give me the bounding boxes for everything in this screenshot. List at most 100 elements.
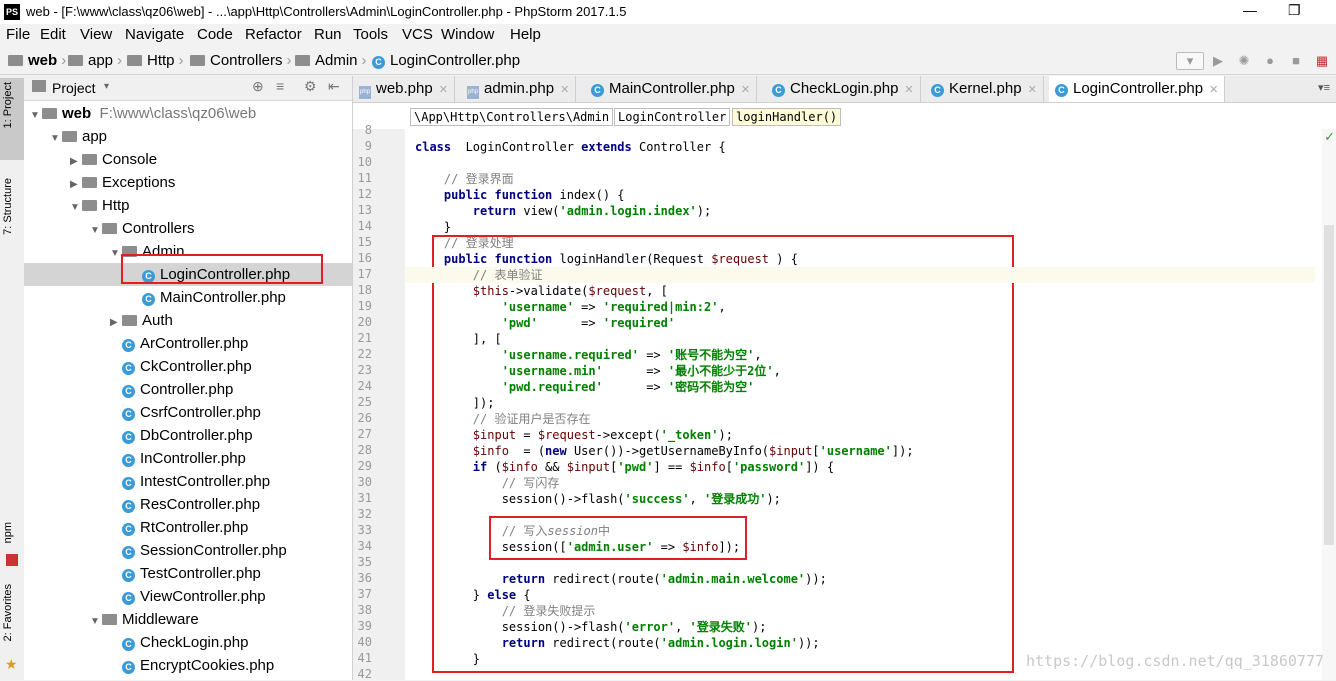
- nav-crumb[interactable]: Controllers ›: [190, 52, 296, 69]
- run-icon[interactable]: ▶: [1210, 53, 1226, 69]
- menu-vcs[interactable]: VCS: [402, 26, 433, 43]
- tree-item[interactable]: C TestController.php: [24, 562, 352, 585]
- coverage-icon[interactable]: ●: [1262, 53, 1278, 69]
- editor-tab[interactable]: C Kernel.php ✕: [925, 76, 1044, 102]
- editor-tab[interactable]: C MainController.php ✕: [585, 76, 758, 102]
- tree-item[interactable]: C ResController.php: [24, 493, 352, 516]
- nav-crumb[interactable]: C LoginController.php: [372, 52, 520, 69]
- tree-item[interactable]: ▶ Exceptions: [24, 171, 352, 194]
- menu-view[interactable]: View: [80, 26, 112, 43]
- tree-item[interactable]: C DbController.php: [24, 424, 352, 447]
- tab-overflow-icon[interactable]: ▾≡: [1318, 81, 1330, 94]
- close-icon[interactable]: ✕: [1209, 84, 1218, 96]
- code-token: =>: [602, 380, 668, 394]
- close-icon[interactable]: ✕: [741, 84, 750, 96]
- chevron-right-icon: ›: [361, 52, 367, 69]
- editor-tab[interactable]: php web.php ✕: [353, 76, 455, 102]
- php-ide-icon[interactable]: ▦: [1314, 53, 1330, 69]
- close-icon[interactable]: ✕: [904, 84, 913, 96]
- line-number: 19: [357, 299, 372, 313]
- tree-item[interactable]: ▼ Controllers: [24, 217, 352, 240]
- code-token: LoginController: [451, 140, 582, 154]
- code-token: );: [718, 428, 733, 442]
- tree-item[interactable]: C CsrfController.php: [24, 401, 352, 424]
- tree-item[interactable]: C SessionController.php: [24, 539, 352, 562]
- nav-crumb[interactable]: app ›: [68, 52, 126, 69]
- tree-item[interactable]: C ArController.php: [24, 332, 352, 355]
- tree-item[interactable]: C ViewController.php: [24, 585, 352, 608]
- minimize-icon[interactable]: —: [1243, 2, 1257, 18]
- code-line: $input = $request->except('_token');: [415, 427, 733, 443]
- restore-icon[interactable]: ❐: [1288, 2, 1301, 19]
- class-icon: C: [142, 293, 155, 306]
- tree-item[interactable]: ▶ Auth: [24, 309, 352, 332]
- stop-icon[interactable]: ■: [1288, 53, 1304, 69]
- close-icon[interactable]: ✕: [560, 84, 569, 96]
- menu-navigate[interactable]: Navigate: [125, 26, 184, 43]
- hide-panel-icon[interactable]: ⇤: [328, 78, 340, 95]
- editor-tab[interactable]: C LoginController.php ✕: [1049, 76, 1226, 102]
- tab-structure[interactable]: 7: Structure: [2, 178, 14, 235]
- tab-favorites[interactable]: 2: Favorites: [2, 584, 14, 641]
- menu-refactor[interactable]: Refactor: [245, 26, 302, 43]
- tree-item[interactable]: ▼ Middleware: [24, 608, 352, 631]
- line-number: 24: [357, 379, 372, 393]
- tree-item[interactable]: C InController.php: [24, 447, 352, 470]
- editor-breadcrumb-item[interactable]: loginHandler(): [732, 108, 842, 126]
- tree-item[interactable]: C RtController.php: [24, 516, 352, 539]
- line-number: 38: [357, 603, 372, 617]
- tree-item[interactable]: C IntestController.php: [24, 470, 352, 493]
- nav-crumb[interactable]: Admin ›: [295, 52, 371, 69]
- line-number: 23: [357, 363, 372, 377]
- menu-run[interactable]: Run: [314, 26, 342, 43]
- tree-item[interactable]: ▶ Console: [24, 148, 352, 171]
- menu-file[interactable]: File: [6, 26, 30, 43]
- tree-item[interactable]: C Controller.php: [24, 378, 352, 401]
- tree-item[interactable]: C EncryptCookies.php: [24, 654, 352, 677]
- code-line: // 写闪存: [415, 475, 560, 491]
- menu-edit[interactable]: Edit: [40, 26, 66, 43]
- code-token: 'required|min:2': [602, 300, 719, 314]
- nav-crumb[interactable]: Http ›: [127, 52, 188, 69]
- chevron-down-icon[interactable]: ▾: [104, 81, 109, 92]
- tree-item-label: Auth: [142, 312, 173, 329]
- nav-crumb[interactable]: web ›: [8, 52, 70, 69]
- tab-npm[interactable]: npm: [2, 522, 14, 543]
- scrollbar-thumb[interactable]: [1324, 225, 1334, 545]
- code-editor[interactable]: ✓ class LoginController extends Controll…: [405, 129, 1336, 680]
- class-icon: C: [772, 84, 785, 97]
- close-icon[interactable]: ✕: [439, 84, 448, 96]
- tree-item[interactable]: C CheckLogin.php: [24, 631, 352, 654]
- menu-help[interactable]: Help: [510, 26, 541, 43]
- sync-icon[interactable]: ⊕: [252, 78, 264, 95]
- menu-window[interactable]: Window: [441, 26, 494, 43]
- tree-item[interactable]: ▼ app: [24, 125, 352, 148]
- project-view-label[interactable]: Project: [52, 80, 96, 96]
- tree-item[interactable]: C MainController.php: [24, 286, 352, 309]
- line-number: 9: [364, 139, 372, 153]
- close-icon[interactable]: ✕: [1028, 84, 1037, 96]
- menu-code[interactable]: Code: [197, 26, 233, 43]
- editor-breadcrumb-item[interactable]: \App\Http\Controllers\Admin: [410, 108, 614, 126]
- editor-breadcrumb-item[interactable]: LoginController: [614, 108, 731, 126]
- tree-item-label: TestController.php: [140, 565, 261, 582]
- gear-icon[interactable]: ⚙: [304, 78, 317, 95]
- debug-icon[interactable]: ✺: [1236, 53, 1252, 69]
- editor-tab[interactable]: C CheckLogin.php ✕: [766, 76, 921, 102]
- collapse-all-icon[interactable]: ≡: [276, 78, 284, 94]
- tree-item[interactable]: C CkController.php: [24, 355, 352, 378]
- expand-arrow-icon: ▼: [70, 202, 80, 213]
- menu-tools[interactable]: Tools: [353, 26, 388, 43]
- editor-tab[interactable]: php admin.php ✕: [461, 76, 577, 102]
- code-token: $input: [566, 460, 611, 474]
- code-token: [: [812, 444, 820, 458]
- run-config-dropdown[interactable]: ▾: [1176, 52, 1204, 70]
- tree-item[interactable]: ▼ Http: [24, 194, 352, 217]
- tree-root[interactable]: ▼ web F:\www\class\qz06\web: [24, 102, 352, 125]
- code-token: 'required': [602, 316, 676, 330]
- folder-icon: [8, 55, 23, 66]
- tab-project[interactable]: 1: Project: [2, 82, 14, 128]
